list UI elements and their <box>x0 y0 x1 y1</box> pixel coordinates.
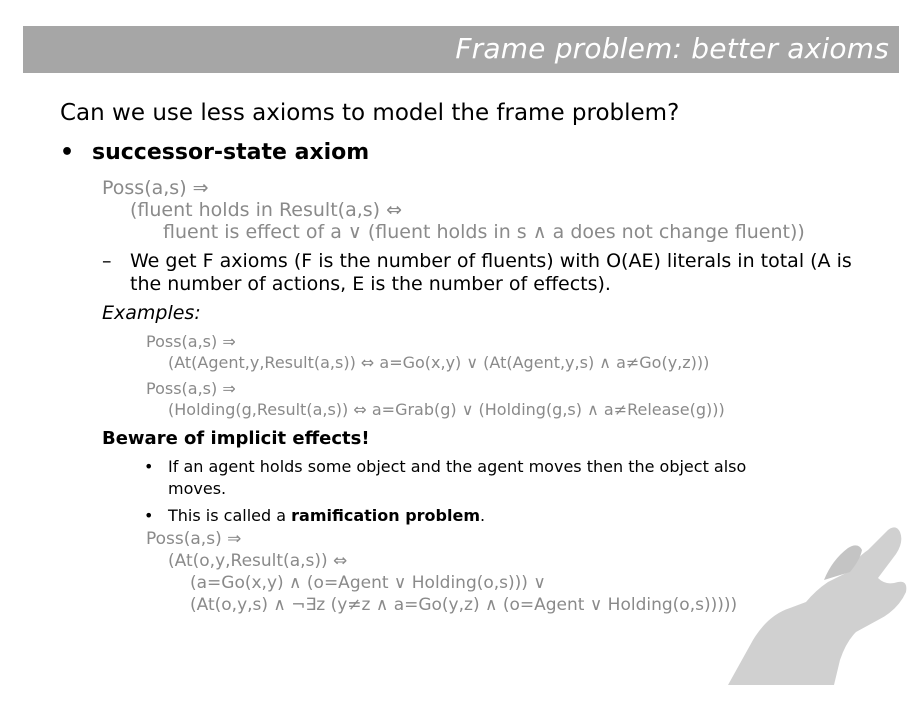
example-2-line-1: Poss(a,s) ⇒ <box>146 379 236 398</box>
examples-label: Examples: <box>102 302 201 324</box>
dash-item-line-1: – We get F axioms (F is the number of flu… <box>102 250 852 272</box>
hand-frame-shape <box>728 527 907 685</box>
hand-frame-icon <box>728 527 907 685</box>
ssa-line-3: fluent is effect of a ∨ (fluent holds in… <box>163 221 805 243</box>
title-bar: Frame problem: better axioms <box>23 26 899 73</box>
dash-item-line-2: the number of actions, E is the number o… <box>130 273 611 295</box>
example-2-line-2: (Holding(g,Result(a,s)) ⇔ a=Grab(g) ∨ (H… <box>168 400 725 419</box>
ramification-line-3: (a=Go(x,y) ∧ (o=Agent ∨ Holding(o,s))) ∨ <box>190 573 546 593</box>
dash-item-text-1: We get F axioms (F is the number of flue… <box>130 250 852 272</box>
beware-heading: Beware of implicit effects! <box>102 428 370 449</box>
beware-item-2-prefix: This is called a <box>168 506 292 525</box>
beware-item-2: • This is called a ramification problem. <box>144 506 485 525</box>
beware-item-2-bold: ramification problem <box>291 506 480 525</box>
bullet-dot: • <box>144 506 154 525</box>
ramification-line-2: (At(o,y,Result(a,s)) ⇔ <box>168 551 348 571</box>
slide-question: Can we use less axioms to model the fram… <box>60 100 680 126</box>
slide-title: Frame problem: better axioms <box>455 32 889 65</box>
example-1-line-1: Poss(a,s) ⇒ <box>146 332 236 351</box>
dash-glyph: – <box>102 250 112 272</box>
bullet-dot: • <box>144 457 154 476</box>
example-1-line-2: (At(Agent,y,Result(a,s)) ⇔ a=Go(x,y) ∨ (… <box>168 353 710 372</box>
ramification-line-1: Poss(a,s) ⇒ <box>146 529 242 549</box>
ssa-line-2: (fluent holds in Result(a,s) ⇔ <box>130 199 403 221</box>
beware-item-1-line-1: • If an agent holds some object and the a… <box>144 457 746 476</box>
beware-item-1-line-2: moves. <box>168 479 227 498</box>
ssa-line-1: Poss(a,s) ⇒ <box>102 177 209 199</box>
beware-item-1-text-1: If an agent holds some object and the ag… <box>168 457 747 476</box>
bullet-dot: • <box>60 140 75 165</box>
main-bullet: • successor-state axiom <box>60 140 369 165</box>
main-bullet-text: successor-state axiom <box>92 140 370 165</box>
beware-item-2-suffix: . <box>480 506 486 525</box>
ramification-line-4: (At(o,y,s) ∧ ¬∃z (y≠z ∧ a=Go(y,z) ∧ (o=A… <box>190 595 738 615</box>
